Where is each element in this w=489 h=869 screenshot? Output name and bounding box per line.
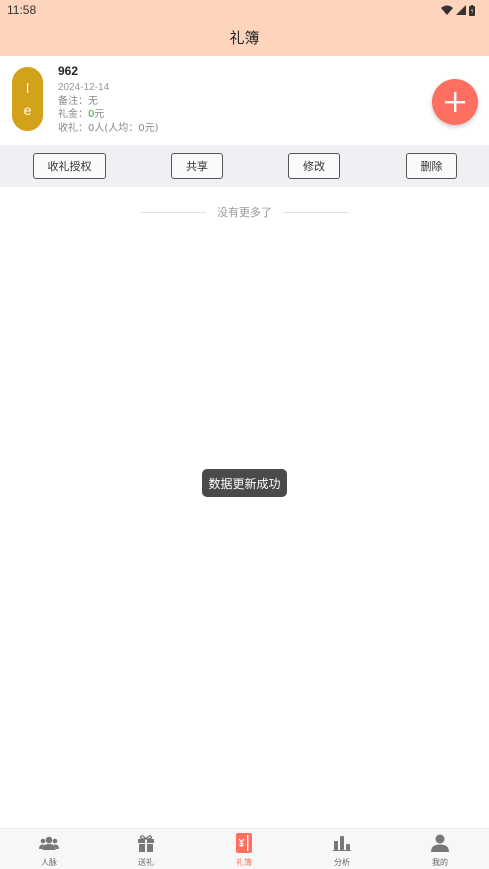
avatar: l e [12, 67, 43, 131]
bottom-tab-bar: 人脉 送礼 礼簿 分析 我的 [0, 828, 489, 869]
tab-label: 送礼 [138, 858, 154, 867]
tab-mine[interactable]: 我的 [410, 833, 470, 869]
record-remark: 备注：无 [58, 95, 159, 109]
ledger-icon [236, 833, 252, 853]
record-received: 收礼：0人(人均：0元) [58, 122, 159, 136]
received-text: 收礼：0人(人均： [58, 122, 139, 134]
delete-button[interactable]: 删除 [406, 153, 457, 179]
user-icon [431, 834, 449, 852]
divider-right [283, 211, 349, 213]
avatar-letter-bottom: e [23, 102, 32, 118]
record-gift: 礼金：0元 [58, 108, 159, 122]
record-actions: 收礼授权 共享 修改 删除 [0, 145, 489, 187]
gift-label: 礼金： [58, 109, 88, 120]
ledger-record[interactable]: l e 962 2024-12-14 备注：无 礼金：0元 收礼：0人(人均：0… [0, 57, 489, 145]
remark-value: 无 [88, 95, 98, 107]
app-header: 11:58 礼簿 [0, 0, 489, 56]
received-close: ) [154, 122, 159, 134]
add-button[interactable] [432, 79, 478, 125]
status-icons [441, 4, 475, 16]
divider-left [140, 211, 206, 213]
status-bar: 11:58 [0, 0, 489, 20]
tab-gift[interactable]: 送礼 [116, 833, 176, 869]
record-date: 2024-12-14 [58, 82, 110, 93]
avatar-letter-top: l [25, 80, 30, 96]
record-info: 962 2024-12-14 备注：无 礼金：0元 收礼：0人(人均：0元) [58, 64, 159, 135]
tab-ledger[interactable]: 礼簿 [214, 833, 274, 869]
page-title: 礼簿 [229, 29, 260, 47]
wifi-icon [441, 5, 453, 15]
gift-unit: 元 [94, 109, 105, 120]
authorize-button[interactable]: 收礼授权 [33, 153, 106, 179]
signal-icon [456, 5, 466, 15]
share-button[interactable]: 共享 [171, 153, 223, 179]
remark-label: 备注： [58, 95, 88, 107]
edit-button[interactable]: 修改 [288, 153, 340, 179]
chart-icon [333, 836, 351, 851]
tab-people[interactable]: 人脉 [19, 833, 79, 869]
tab-analysis[interactable]: 分析 [312, 833, 372, 869]
record-name: 962 [58, 64, 79, 78]
status-time: 11:58 [7, 3, 37, 17]
toast-message: 数据更新成功 [202, 469, 287, 497]
battery-icon [469, 4, 475, 16]
plus-icon [445, 92, 465, 112]
people-icon [39, 836, 59, 850]
list-end-indicator: 没有更多了 [0, 205, 489, 219]
gift-icon [138, 835, 154, 852]
tab-label: 礼簿 [236, 858, 252, 867]
tab-label: 我的 [432, 858, 448, 867]
received-avg: 0元 [138, 122, 155, 134]
tab-label: 分析 [334, 858, 350, 867]
tab-label: 人脉 [41, 858, 57, 867]
no-more-text: 没有更多了 [217, 206, 272, 219]
